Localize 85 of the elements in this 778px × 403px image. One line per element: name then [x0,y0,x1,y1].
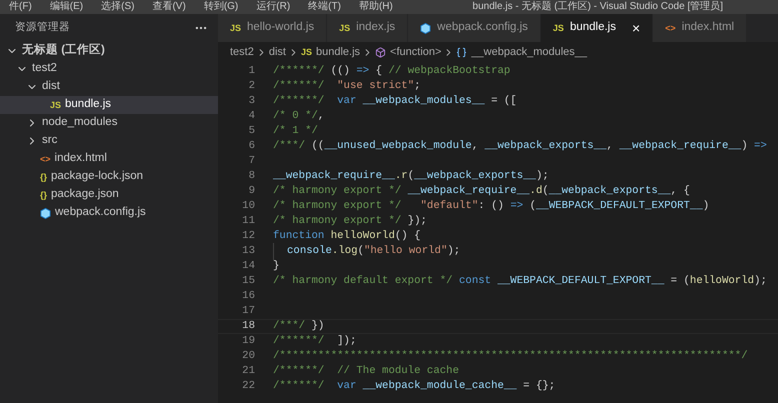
line-number: 15 [241,274,256,290]
tree-item[interactable]: webpack.config.js [0,204,218,222]
line-number: 4 [248,109,256,124]
line-number: 22 [241,379,256,394]
breadcrumb-item[interactable]: bundle.js [316,44,360,60]
close-button[interactable]: × [632,21,640,35]
code-line: /* 0 */, [273,109,324,124]
menu-item[interactable]: 帮助(H) [350,2,402,12]
code-line: /************************************************************************/ [273,349,748,364]
file-type-icon: {} [40,190,48,200]
tree-item[interactable]: 无标题 (工作区) [0,42,218,60]
tree-item[interactable]: JS bundle.js [0,96,218,114]
file-type-icon: JS [339,24,350,32]
line-number: 3 [248,94,256,110]
editor-tab[interactable]: <> index.html [653,14,748,42]
file-type-icon: JS [230,24,242,32]
code-line: /* harmony export */ __webpack_require__.d(__webpack_exports__, { [273,184,690,200]
tree-item[interactable]: <> index.html [0,150,218,168]
line-number: 7 [248,154,256,170]
editor-tab[interactable]: JS hello-world.js [218,14,328,42]
window-title: bundle.js - 无标题 (工作区) - Visual Studio Code [管理员] [472,2,723,12]
code-line: function helloWorld() { [273,229,421,244]
file-type-icon: {} [40,172,48,182]
line-number: 2 [248,79,256,94]
line-number: 10 [241,199,256,214]
file-type-icon: JS [300,48,312,56]
sidebar-title: 资源管理器 [15,20,70,36]
breadcrumb-item[interactable]: __webpack_modules__ [471,44,588,60]
code-line: /***/ ((__unused_webpack_module, __webpack_exports__, __webpack_require__) => [273,139,767,154]
code-line: /* harmony export */ }); [273,214,427,230]
code-line: /******/ (() => { // webpackBootstrap [273,64,510,80]
editor-tab[interactable]: JS bundle.js × [540,14,654,42]
code-line: /******/ ]); [273,334,356,350]
line-number: 5 [248,124,256,140]
line-number: 12 [241,229,256,244]
breadcrumb-item[interactable]: <function> [390,44,442,60]
line-number: 16 [241,289,256,304]
file-type-icon: <> [40,154,51,164]
line-number: 9 [248,184,256,200]
tree-item[interactable]: {} package.json [0,186,218,204]
line-number: 19 [241,334,256,350]
code-line: /******/ // The module cache [273,364,459,380]
file-type-icon: JS [552,24,564,32]
line-number: 14 [241,259,256,274]
code-line: __webpack_require__.r(__webpack_exports__); [273,169,549,184]
line-number: 6 [248,139,256,154]
code-line: /******/ "use strict"; [273,79,421,94]
breadcrumb-item[interactable]: test2 [230,44,254,60]
line-number: 1 [248,64,256,80]
line-number: 18 [241,319,256,334]
code-line: /* 1 */ [273,124,318,140]
tree-item[interactable]: node_modules [0,114,218,132]
code-line: console.log("hello world"); [273,243,460,260]
cube-icon [40,208,51,218]
menu-item[interactable]: 选择(S) [92,2,144,12]
editor-tab[interactable]: JS index.js [327,14,408,42]
line-number: 21 [241,364,256,380]
code-line: /******/ var __webpack_modules__ = ([ [273,94,517,110]
menu-item[interactable]: 件(F) [0,2,41,12]
file-type-icon: <> [665,24,676,32]
menu-item[interactable]: 查看(V) [143,2,195,12]
menu-item[interactable]: 编辑(E) [40,2,92,12]
code-line: /* harmony export */ "default": () => (__WEBPACK_DEFAULT_EXPORT__) [273,199,710,214]
code-line: } [273,259,280,274]
line-number: 20 [241,349,256,364]
line-number: 8 [248,169,256,184]
menu-item[interactable]: 运行(R) [247,2,300,12]
variable-icon [456,46,468,58]
tree-item[interactable]: test2 [0,60,218,78]
tree-item[interactable]: src [0,132,218,150]
tree-item[interactable]: {} package-lock.json [0,168,218,186]
file-type-icon: JS [50,100,62,110]
breadcrumb-item[interactable]: dist [268,44,286,60]
cube-icon [420,22,432,34]
line-number: 13 [241,244,256,260]
code-line: /******/ var __webpack_module_cache__ = {}; [273,379,556,394]
code-line: /***/ }) [273,319,324,334]
line-number: 17 [241,304,256,320]
code-line: /* harmony default export */ const __WEBPACK_DEFAULT_EXPORT__ = (helloWorld); [273,274,767,290]
cube-icon [375,46,386,58]
menu-item[interactable]: 转到(G) [194,2,248,12]
editor-tab[interactable]: webpack.config.js [408,14,541,42]
tree-item[interactable]: dist [0,78,218,96]
line-number: 11 [241,214,256,230]
menu-item[interactable]: 终端(T) [299,2,350,12]
